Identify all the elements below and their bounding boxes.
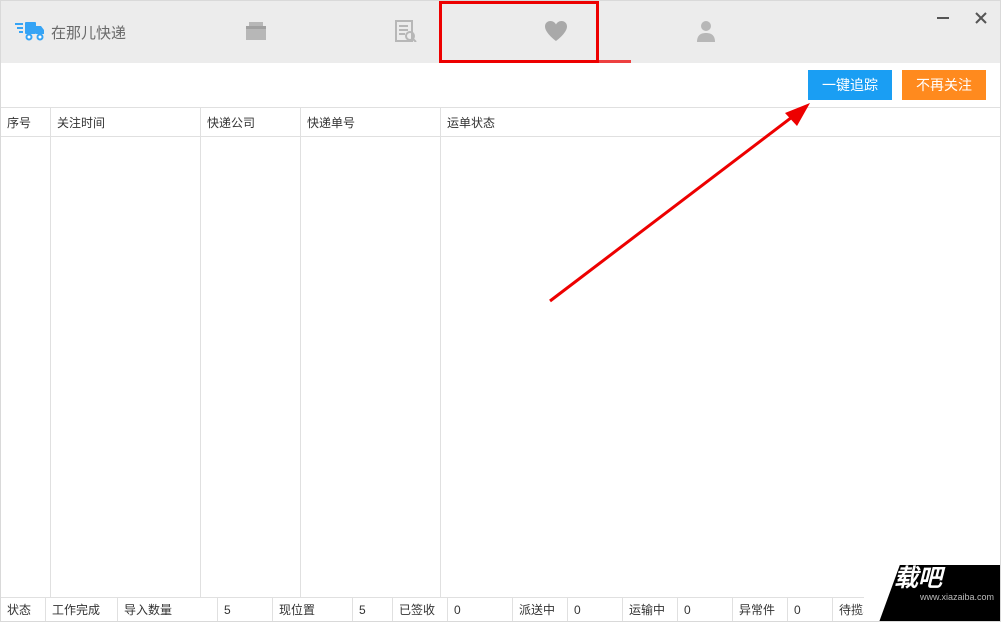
- grid-body[interactable]: [1, 137, 1000, 597]
- col-header-order-no[interactable]: 快递单号: [301, 107, 441, 137]
- nav-tabs: [181, 1, 781, 63]
- minimize-button[interactable]: [934, 9, 952, 27]
- user-icon: [696, 20, 716, 45]
- heart-icon: [544, 20, 568, 45]
- list-search-icon: [395, 20, 417, 45]
- unfollow-button[interactable]: 不再关注: [902, 70, 986, 100]
- sb-import-value: 5: [218, 598, 273, 621]
- sb-import-label: 导入数量: [118, 598, 218, 621]
- nav-tab-package[interactable]: [181, 1, 331, 63]
- action-toolbar: 一键追踪 不再关注: [1, 63, 1000, 107]
- sb-status-value: 工作完成: [46, 598, 118, 621]
- sb-delivering-label: 派送中: [513, 598, 568, 621]
- window-controls: [934, 9, 990, 27]
- grid-header-row: 序号 关注时间 快递公司 快递单号 运单状态: [1, 107, 1000, 137]
- sb-transport-label: 运输中: [623, 598, 678, 621]
- watermark: 下载吧 www.xiazaiba.com: [864, 565, 1000, 621]
- titlebar: 在那儿快递: [1, 1, 1000, 63]
- col-header-follow-time[interactable]: 关注时间: [51, 107, 201, 137]
- sb-delivering-value: 0: [568, 598, 623, 621]
- package-icon: [245, 21, 267, 44]
- sb-exception-label: 异常件: [733, 598, 788, 621]
- app-logo-block: 在那儿快递: [1, 20, 181, 45]
- nav-tab-user[interactable]: [631, 1, 781, 63]
- sb-transport-value: 0: [678, 598, 733, 621]
- col-header-company[interactable]: 快递公司: [201, 107, 301, 137]
- sb-position-label: 现位置: [273, 598, 353, 621]
- nav-tab-list-search[interactable]: [331, 1, 481, 63]
- status-bar: 状态 工作完成 导入数量 5 现位置 5 已签收 0 派送中 0 运输中 0 异…: [1, 597, 1000, 621]
- truck-icon: [15, 20, 45, 45]
- sb-signed-value: 0: [448, 598, 513, 621]
- sb-position-value: 5: [353, 598, 393, 621]
- track-all-button[interactable]: 一键追踪: [808, 70, 892, 100]
- sb-status-label: 状态: [1, 598, 46, 621]
- nav-tab-favorite[interactable]: [481, 1, 631, 63]
- sb-signed-label: 已签收: [393, 598, 448, 621]
- data-grid: 序号 关注时间 快递公司 快递单号 运单状态: [1, 107, 1000, 597]
- sb-exception-value: 0: [788, 598, 833, 621]
- col-header-waybill-status[interactable]: 运单状态: [441, 107, 1000, 137]
- col-header-index[interactable]: 序号: [1, 107, 51, 137]
- close-button[interactable]: [972, 9, 990, 27]
- app-title: 在那儿快递: [51, 22, 126, 43]
